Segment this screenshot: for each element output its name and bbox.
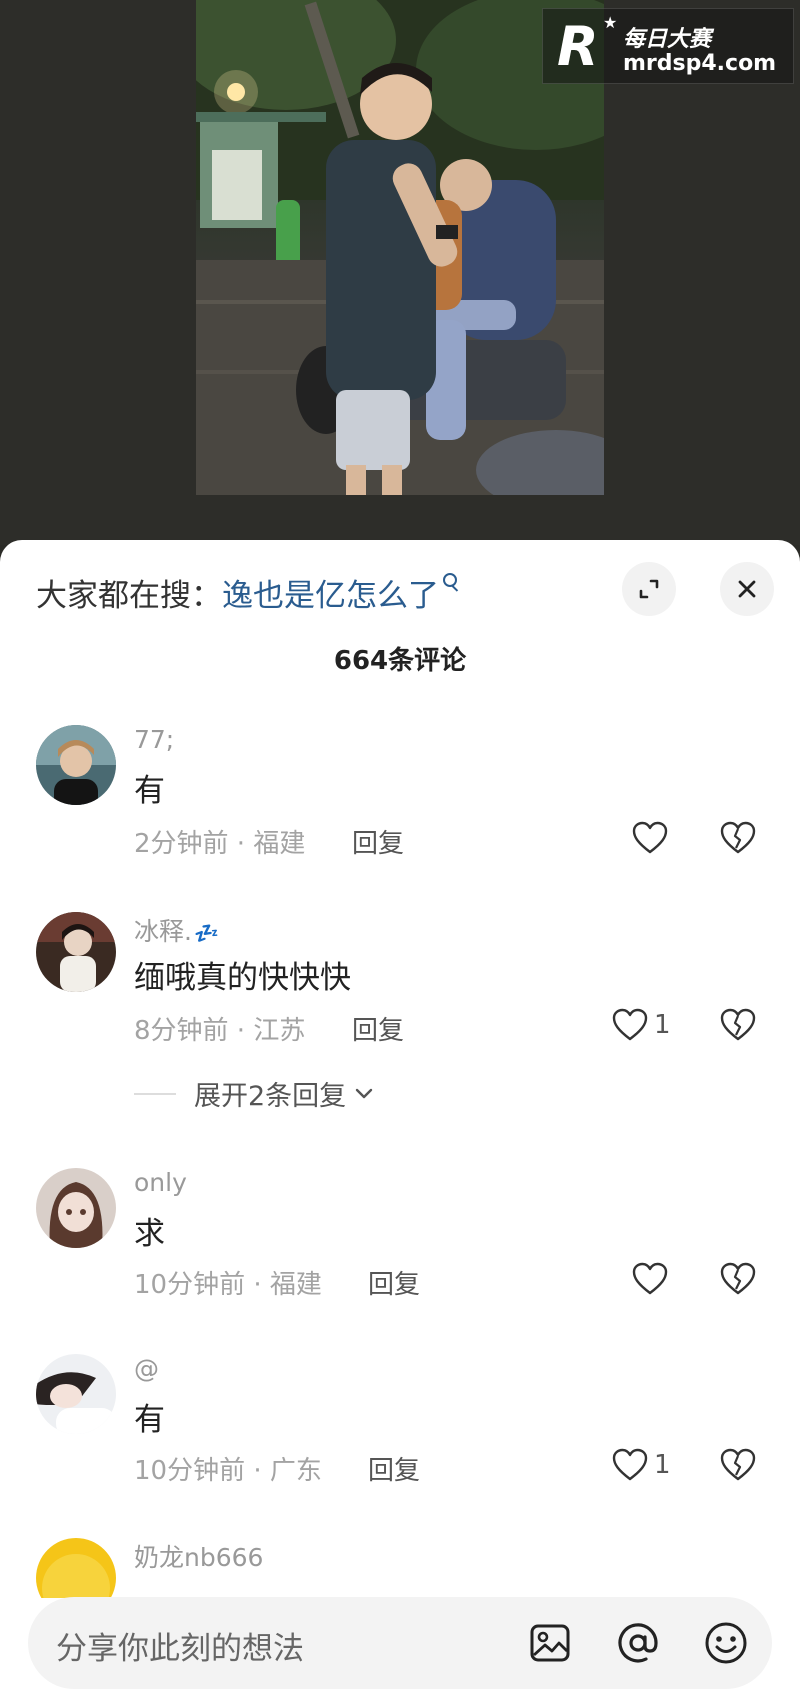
comment-username[interactable]: 冰释. 💤: [134, 912, 219, 948]
comment-username[interactable]: only: [134, 1168, 187, 1197]
username-text: 冰释.: [134, 917, 192, 946]
heart-icon: [632, 1262, 668, 1295]
comment-count: 664条评论: [333, 646, 467, 676]
comment-content: 有: [134, 1402, 165, 1438]
close-button[interactable]: [720, 562, 774, 616]
like-button[interactable]: 1: [612, 1008, 671, 1042]
dislike-button[interactable]: [720, 1262, 756, 1300]
heart-icon: [612, 1008, 648, 1041]
dislike-button[interactable]: [720, 1448, 756, 1486]
mention-button[interactable]: [610, 1615, 666, 1671]
reply-button[interactable]: 回复: [352, 823, 404, 860]
at-icon: [618, 1623, 658, 1663]
watermark-brand: 每日大赛: [623, 27, 712, 52]
watermark: R ★ 每日大赛 mrdsp4.com: [542, 8, 794, 84]
comment-item: 冰释. 💤 缅哦真的快快快 8分钟前 · 江苏 回复 1 展开2条回复: [0, 912, 800, 1132]
comment-item: 奶龙nb666: [0, 1538, 800, 1598]
avatar[interactable]: [36, 1168, 116, 1248]
reply-button[interactable]: 回复: [368, 1450, 420, 1487]
comment-content: 求: [134, 1216, 165, 1252]
comment-meta: 2分钟前 · 福建: [134, 829, 306, 859]
comment-input-bar[interactable]: 分享你此刻的想法: [28, 1597, 772, 1689]
comment-meta: 8分钟前 · 江苏: [134, 1016, 306, 1046]
dislike-heart-icon: [720, 1262, 756, 1295]
trending-search-prefix: 大家都在搜：: [36, 577, 222, 614]
expand-button[interactable]: [622, 562, 676, 616]
trending-search-term[interactable]: 逸也是亿怎么了: [222, 570, 439, 615]
heart-icon: [612, 1448, 648, 1481]
trending-search[interactable]: 大家都在搜： 逸也是亿怎么了: [36, 570, 457, 614]
expand-icon: [639, 579, 659, 599]
like-button[interactable]: [632, 821, 674, 855]
comment-content: 缅哦真的快快快: [134, 960, 351, 996]
sleep-icon: 💤: [193, 921, 219, 945]
comment-username[interactable]: 奶龙nb666: [134, 1538, 263, 1574]
video-area[interactable]: R ★ 每日大赛 mrdsp4.com: [0, 0, 800, 545]
expand-replies-button[interactable]: 展开2条回复: [134, 1074, 376, 1113]
image-button[interactable]: [522, 1615, 578, 1671]
watermark-site: mrdsp4.com: [623, 51, 777, 76]
avatar[interactable]: [36, 725, 116, 805]
reply-button[interactable]: 回复: [352, 1010, 404, 1047]
dislike-heart-icon: [720, 821, 756, 854]
comment-item: 77; 有 2分钟前 · 福建 回复: [0, 725, 800, 875]
comment-meta: 10分钟前 · 广东: [134, 1456, 322, 1486]
comment-username[interactable]: 77;: [134, 725, 174, 754]
avatar[interactable]: [36, 1538, 116, 1598]
comment-sheet: 大家都在搜： 逸也是亿怎么了 664条评论 77; 有 2分钟前 · 福建 回复…: [0, 540, 800, 1704]
dislike-heart-icon: [720, 1448, 756, 1481]
image-icon: [530, 1624, 570, 1662]
like-button[interactable]: 1: [612, 1448, 671, 1482]
avatar[interactable]: [36, 1354, 116, 1434]
reply-button[interactable]: 回复: [368, 1264, 420, 1301]
comment-content: 有: [134, 773, 165, 809]
chevron-down-icon: [355, 1088, 373, 1098]
comment-meta: 10分钟前 · 福建: [134, 1270, 322, 1300]
comment-item: only 求 10分钟前 · 福建 回复: [0, 1168, 800, 1318]
comment-input-placeholder[interactable]: 分享你此刻的想法: [56, 1623, 304, 1668]
dislike-button[interactable]: [720, 1008, 756, 1046]
search-icon: [443, 573, 457, 587]
comment-item: @ 有 10分钟前 · 广东 回复 1: [0, 1354, 800, 1504]
emoji-icon: [705, 1622, 747, 1664]
like-count: 1: [654, 1450, 671, 1480]
dislike-button[interactable]: [720, 821, 756, 859]
heart-icon: [632, 821, 668, 854]
divider: [134, 1092, 176, 1095]
avatar[interactable]: [36, 912, 116, 992]
watermark-logo: R: [557, 15, 599, 78]
emoji-button[interactable]: [698, 1615, 754, 1671]
expand-replies-label: 展开2条回复: [194, 1081, 347, 1112]
star-icon: ★: [603, 13, 618, 32]
comment-username[interactable]: @: [134, 1354, 159, 1383]
like-count: 1: [654, 1010, 671, 1040]
like-button[interactable]: [632, 1262, 674, 1296]
dislike-heart-icon: [720, 1008, 756, 1041]
close-icon: [738, 580, 756, 598]
